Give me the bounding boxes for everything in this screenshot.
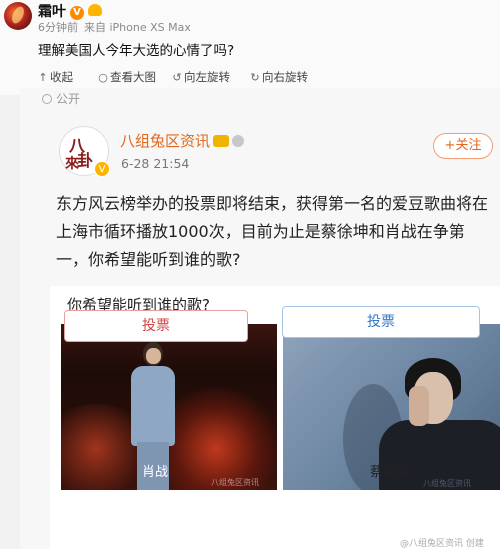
poll-image-option-2[interactable]: 蔡徐坤 八组兔区资讯: [283, 324, 500, 490]
globe-icon: [42, 94, 52, 104]
footer-caption: @八组兔区资讯 创建: [400, 539, 484, 549]
repost-source: 来自 iPhone XS Max: [84, 21, 191, 34]
zoom-icon: ○: [98, 71, 108, 84]
watermark: 八组兔区资讯: [423, 479, 471, 488]
follow-button[interactable]: +关注: [433, 133, 493, 159]
repost-time: 6分钟前: [38, 21, 78, 34]
collapse-button[interactable]: ↑ 收起: [38, 69, 73, 85]
arrow-up-icon: ↑: [38, 71, 48, 84]
rotate-left-icon: ↺: [172, 71, 182, 84]
option-2-name: 蔡徐坤: [370, 465, 410, 480]
vote-button-option-2[interactable]: 投票: [282, 306, 480, 338]
rotate-right-icon: ↻: [250, 71, 260, 84]
visibility-label: 公开: [42, 90, 80, 107]
option-1-name: 肖战: [142, 465, 169, 480]
member-flame-icon: [88, 4, 102, 16]
vote-button-option-1[interactable]: 投票: [64, 310, 248, 342]
verified-icon: V: [94, 161, 110, 177]
repost-meta: 6分钟前 来自 iPhone XS Max: [38, 19, 197, 35]
image-toolbar: ↑ 收起 ○ 查看大图 ↺ 向左旋转 ↻ 向右旋转: [0, 66, 500, 88]
level-badge-icon: [232, 135, 245, 147]
original-text: 东方风云榜举办的投票即将结束，获得第一名的爱豆歌曲将在上海市循环播放1000次，…: [56, 194, 489, 269]
rotate-left-button[interactable]: ↺ 向左旋转: [172, 69, 230, 85]
watermark: 八组兔区资讯: [211, 478, 259, 487]
avatar[interactable]: [4, 2, 32, 30]
attached-image[interactable]: 公开 八 卦 來 V 八组兔区资讯 6-28 21:54 +关注 东方风云榜举办…: [20, 88, 500, 549]
member-badge-icon: [213, 135, 230, 147]
repost-text: 理解美国人今年大选的心情了吗?: [38, 43, 235, 59]
view-large-button[interactable]: ○ 查看大图: [98, 69, 156, 85]
rotate-right-button[interactable]: ↻ 向右旋转: [250, 69, 308, 85]
original-time: 6-28 21:54: [121, 156, 190, 171]
original-username[interactable]: 八组兔区资讯: [120, 130, 245, 151]
poll-image-option-1[interactable]: 肖战 八组兔区资讯: [61, 324, 277, 490]
original-avatar[interactable]: 八 卦 來 V: [59, 126, 110, 177]
repost-username[interactable]: 霜叶 V: [38, 1, 102, 21]
verified-icon: V: [70, 6, 84, 20]
